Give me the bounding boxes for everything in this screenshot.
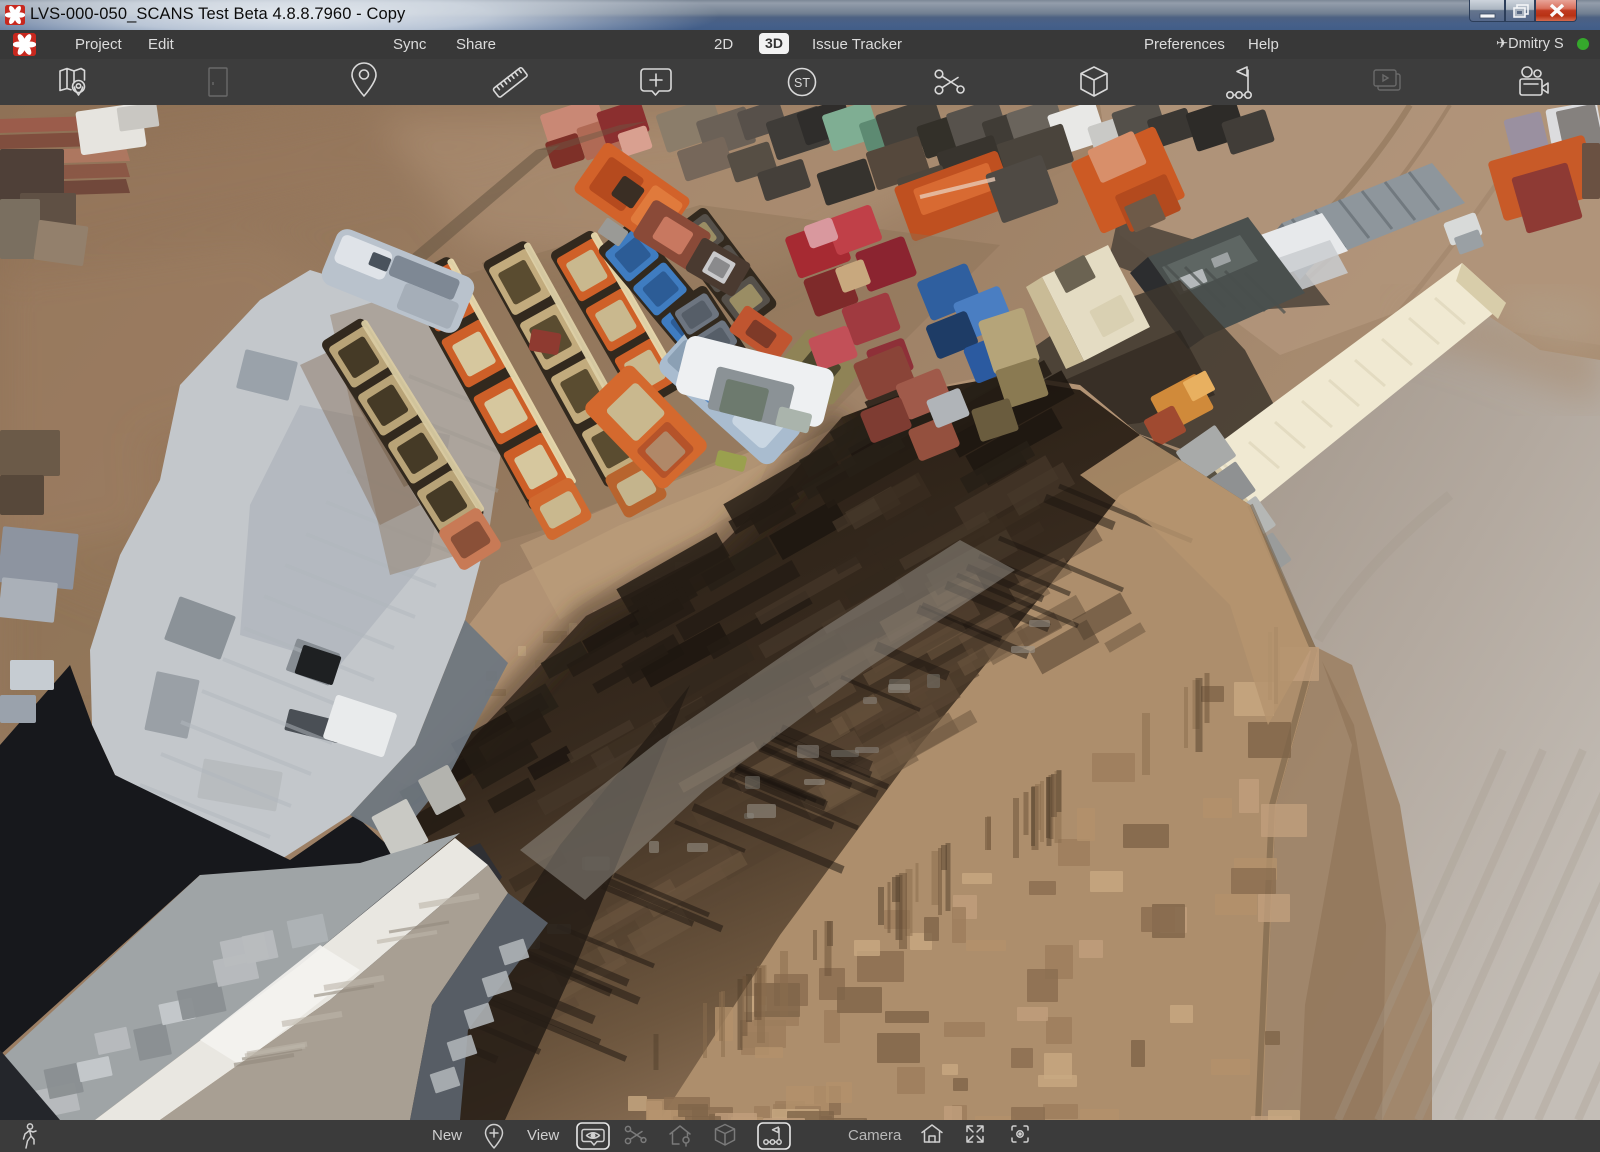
svg-text:ST: ST — [794, 76, 810, 90]
